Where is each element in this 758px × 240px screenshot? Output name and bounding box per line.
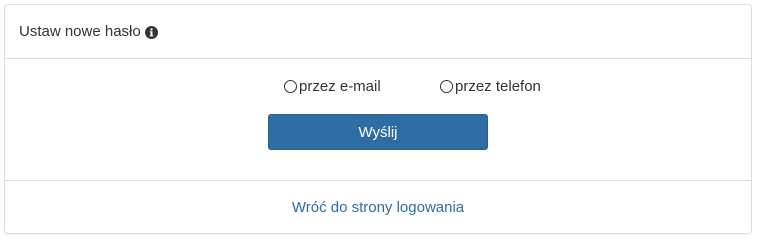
panel-body: przez e-mail przez telefon Wyślij [5, 59, 751, 181]
radio-label-phone: przez telefon [455, 78, 541, 95]
radio-label-email: przez e-mail [299, 78, 381, 95]
info-circle-icon[interactable] [144, 25, 158, 39]
submit-button[interactable]: Wyślij [268, 114, 488, 150]
radio-button-phone[interactable] [440, 80, 453, 93]
radio-button-email[interactable] [284, 80, 297, 93]
panel-heading: Ustaw nowe hasło [5, 5, 751, 59]
back-to-login-link[interactable]: Wróć do strony logowania [292, 199, 464, 216]
panel-footer: Wróć do strony logowania [5, 181, 751, 233]
reset-password-panel: Ustaw nowe hasło przez e-mail przez tele… [4, 4, 752, 234]
radio-option-email[interactable]: przez e-mail [284, 78, 381, 95]
submit-button-label: Wyślij [358, 123, 398, 141]
delivery-method-group: przez e-mail przez telefon [5, 78, 751, 98]
radio-option-phone[interactable]: przez telefon [440, 78, 541, 95]
panel-title: Ustaw nowe hasło [19, 23, 141, 40]
